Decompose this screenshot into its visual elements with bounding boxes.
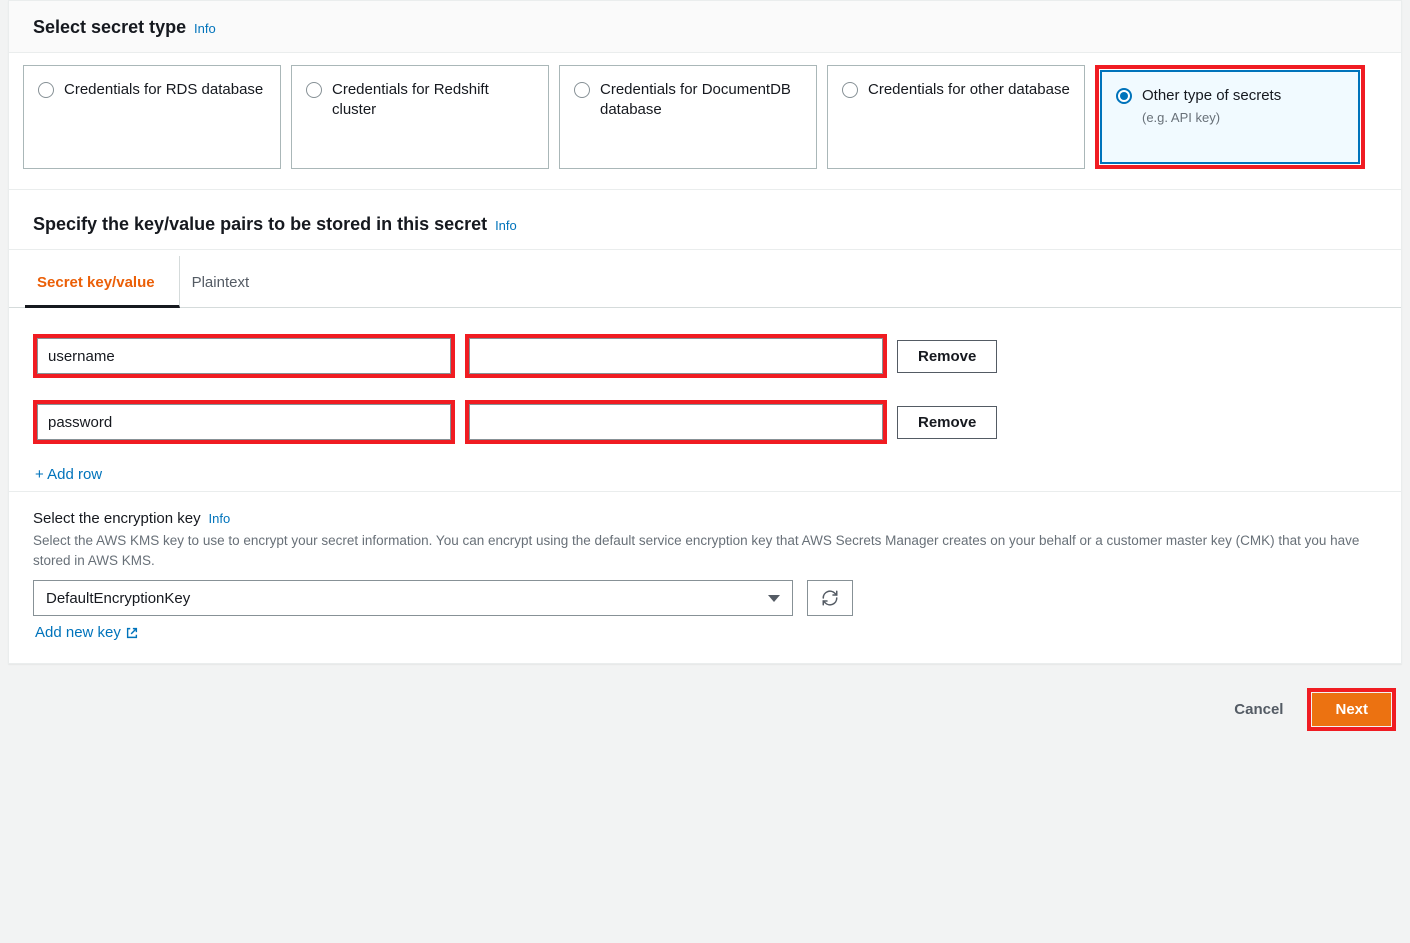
add-new-key-link[interactable]: Add new key bbox=[33, 624, 139, 641]
tile-label: Other type of secrets bbox=[1142, 86, 1281, 106]
encryption-description: Select the AWS KMS key to use to encrypt… bbox=[33, 531, 1377, 570]
select-secret-type-title: Select secret type bbox=[33, 17, 186, 37]
highlight-selected-tile: Other type of secrets (e.g. API key) bbox=[1095, 65, 1365, 169]
add-new-key-label: Add new key bbox=[35, 624, 121, 641]
tile-documentdb[interactable]: Credentials for DocumentDB database bbox=[559, 65, 817, 169]
radio-icon bbox=[1116, 88, 1132, 104]
tab-secret-key-value[interactable]: Secret key/value bbox=[25, 256, 180, 308]
wizard-footer: Cancel Next bbox=[8, 664, 1402, 731]
tile-sublabel: (e.g. API key) bbox=[1142, 110, 1281, 125]
kv-tabs: Secret key/value Plaintext bbox=[9, 256, 1401, 308]
kv-row: Remove bbox=[33, 334, 1377, 378]
secret-value-input[interactable] bbox=[469, 338, 883, 374]
select-secret-type-info-link[interactable]: Info bbox=[194, 21, 216, 36]
radio-icon bbox=[306, 82, 322, 98]
next-button[interactable]: Next bbox=[1312, 693, 1391, 726]
kv-rows: Remove Remove + Add row bbox=[9, 308, 1401, 491]
kv-title: Specify the key/value pairs to be stored… bbox=[33, 214, 487, 234]
kv-row: Remove bbox=[33, 400, 1377, 444]
tile-label: Credentials for DocumentDB database bbox=[600, 80, 802, 154]
secret-value-input[interactable] bbox=[469, 404, 883, 440]
refresh-keys-button[interactable] bbox=[807, 580, 853, 616]
highlight-value-input bbox=[465, 400, 887, 444]
radio-icon bbox=[38, 82, 54, 98]
add-row-link[interactable]: + Add row bbox=[33, 466, 1377, 483]
encryption-section: Select the encryption key Info Select th… bbox=[9, 491, 1401, 663]
refresh-icon bbox=[821, 589, 839, 607]
kv-header: Specify the key/value pairs to be stored… bbox=[9, 189, 1401, 250]
highlight-key-input bbox=[33, 400, 455, 444]
secret-key-input[interactable] bbox=[37, 404, 451, 440]
tile-label: Credentials for other database bbox=[868, 80, 1070, 154]
encryption-key-select[interactable]: DefaultEncryptionKey bbox=[33, 580, 793, 616]
secret-type-tiles: Credentials for RDS database Credentials… bbox=[9, 53, 1401, 189]
tile-label: Credentials for RDS database bbox=[64, 80, 263, 154]
highlight-key-input bbox=[33, 334, 455, 378]
tile-other-secrets[interactable]: Other type of secrets (e.g. API key) bbox=[1101, 71, 1359, 163]
highlight-value-input bbox=[465, 334, 887, 378]
cancel-button[interactable]: Cancel bbox=[1234, 701, 1283, 718]
tile-label: Credentials for Redshift cluster bbox=[332, 80, 534, 154]
highlight-next-button: Next bbox=[1307, 688, 1396, 731]
radio-icon bbox=[574, 82, 590, 98]
kv-info-link[interactable]: Info bbox=[495, 218, 517, 233]
encryption-label: Select the encryption key bbox=[33, 510, 201, 527]
remove-row-button[interactable]: Remove bbox=[897, 340, 997, 373]
external-link-icon bbox=[125, 626, 139, 640]
tab-plaintext[interactable]: Plaintext bbox=[180, 256, 274, 307]
radio-icon bbox=[842, 82, 858, 98]
chevron-down-icon bbox=[768, 595, 780, 602]
remove-row-button[interactable]: Remove bbox=[897, 406, 997, 439]
select-secret-type-header: Select secret type Info bbox=[9, 1, 1401, 53]
tile-other-database[interactable]: Credentials for other database bbox=[827, 65, 1085, 169]
tile-rds[interactable]: Credentials for RDS database bbox=[23, 65, 281, 169]
encryption-key-selected: DefaultEncryptionKey bbox=[46, 590, 190, 607]
encryption-info-link[interactable]: Info bbox=[208, 511, 230, 526]
secret-key-input[interactable] bbox=[37, 338, 451, 374]
tile-redshift[interactable]: Credentials for Redshift cluster bbox=[291, 65, 549, 169]
